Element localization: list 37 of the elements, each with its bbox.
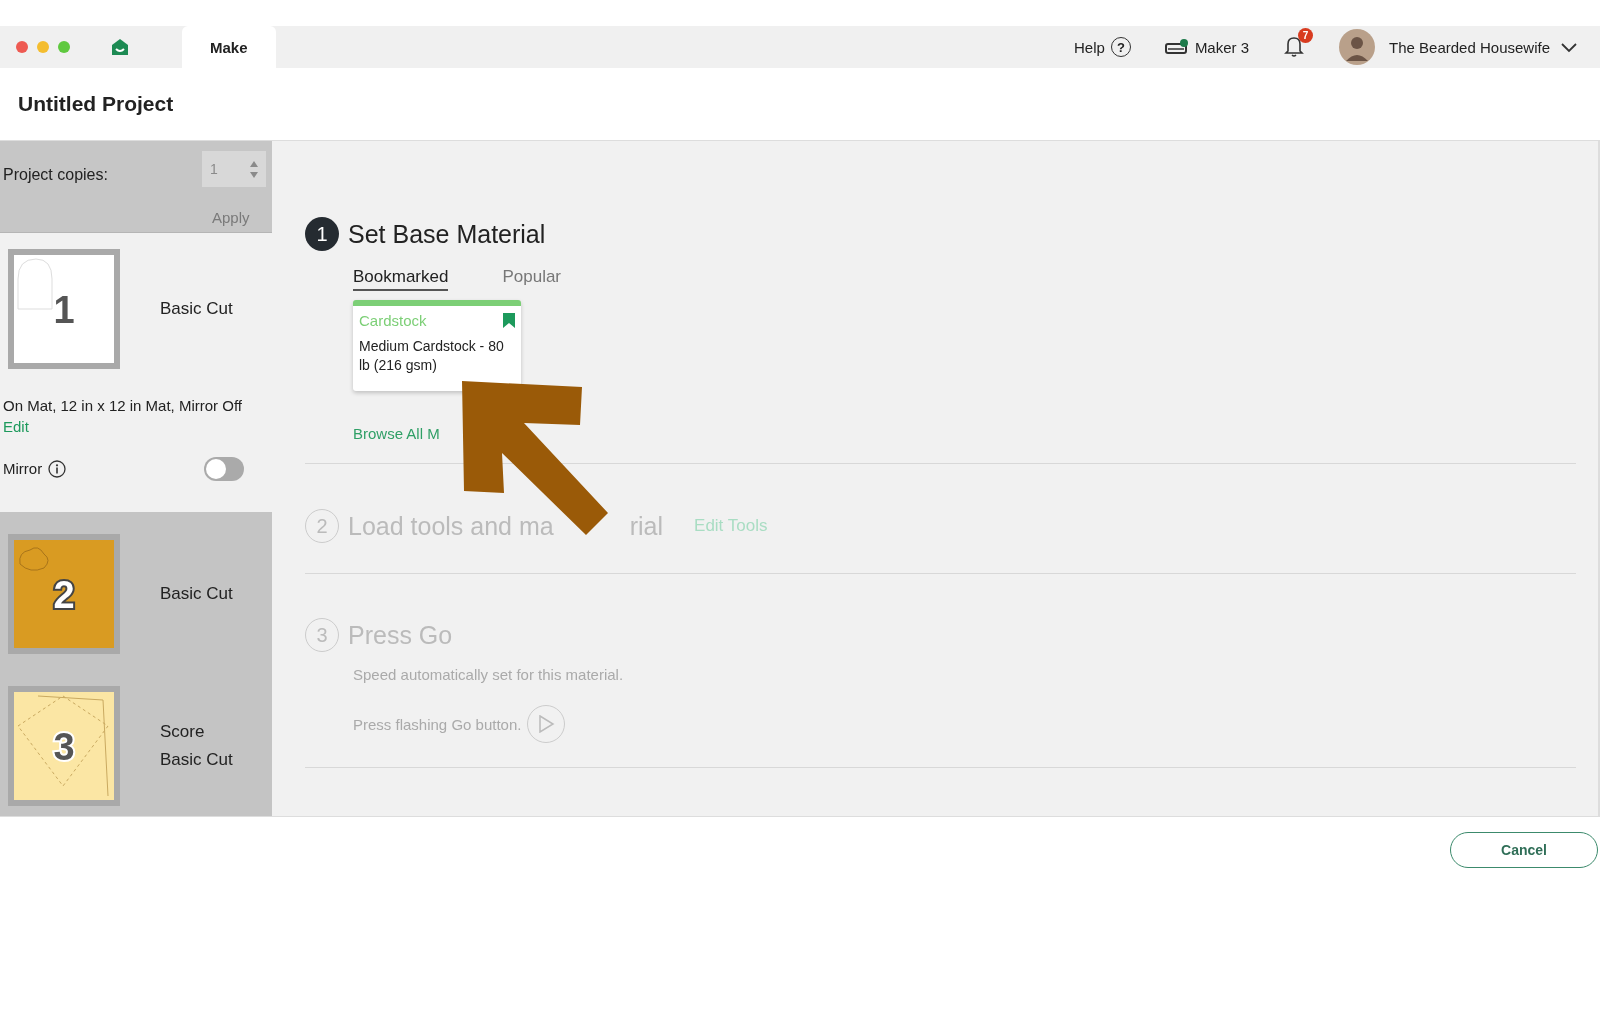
operation-label: Basic Cut (160, 749, 233, 770)
home-icon[interactable] (110, 37, 130, 57)
info-icon[interactable] (48, 459, 67, 478)
mirror-toggle[interactable] (204, 456, 244, 481)
chevron-down-icon[interactable] (1560, 40, 1578, 54)
play-icon (537, 715, 555, 733)
operation-label: Basic Cut (160, 298, 233, 319)
mirror-label: Mirror (3, 460, 43, 478)
copies-value: 1 (210, 161, 218, 177)
material-card[interactable]: Cardstock Medium Cardstock - 80 lb (216 gsm) (353, 300, 521, 391)
copies-label: Project copies: (3, 166, 109, 184)
material-tab[interactable]: Popular (502, 267, 562, 291)
step-number: 1 (305, 217, 339, 251)
speed-note: Speed automatically set for this material. (353, 666, 625, 683)
press-note: Press flashing Go button. (353, 715, 522, 733)
operation-label: Basic Cut (160, 583, 233, 604)
machine-name[interactable]: Maker 3 (1194, 38, 1250, 56)
mat-details: On Mat, 12 in x 12 in Mat, Mirror Off (3, 396, 243, 414)
close-button[interactable] (16, 41, 28, 53)
machine-icon[interactable] (1164, 38, 1189, 56)
zoom-button[interactable] (58, 41, 70, 53)
help-link[interactable]: Help (1074, 38, 1105, 56)
step-title: Set Base Material (348, 219, 546, 249)
cancel-button[interactable]: Cancel (1450, 832, 1598, 868)
project-title: Untitled Project (18, 92, 174, 116)
user-name[interactable]: The Bearded Housewife (1389, 38, 1550, 56)
mat-thumbnail[interactable]: 1 (8, 248, 120, 369)
avatar[interactable] (1339, 29, 1376, 65)
bookmark-icon[interactable] (503, 313, 515, 328)
notification-badge: 7 (1298, 27, 1314, 43)
material-tab[interactable]: Bookmarked (353, 267, 449, 291)
material-name: Medium Cardstock - 80 lb (216 gsm) (359, 337, 505, 375)
material-category: Cardstock (359, 312, 427, 329)
mat-thumbnail[interactable]: 3 (8, 685, 120, 806)
tab[interactable]: Make (182, 26, 276, 68)
mat-item[interactable]: 1 Basic Cut On Mat, 12 in x 12 in Mat, Mirror Off Edit Mirror (0, 232, 272, 512)
operation-label: Score (160, 721, 206, 742)
